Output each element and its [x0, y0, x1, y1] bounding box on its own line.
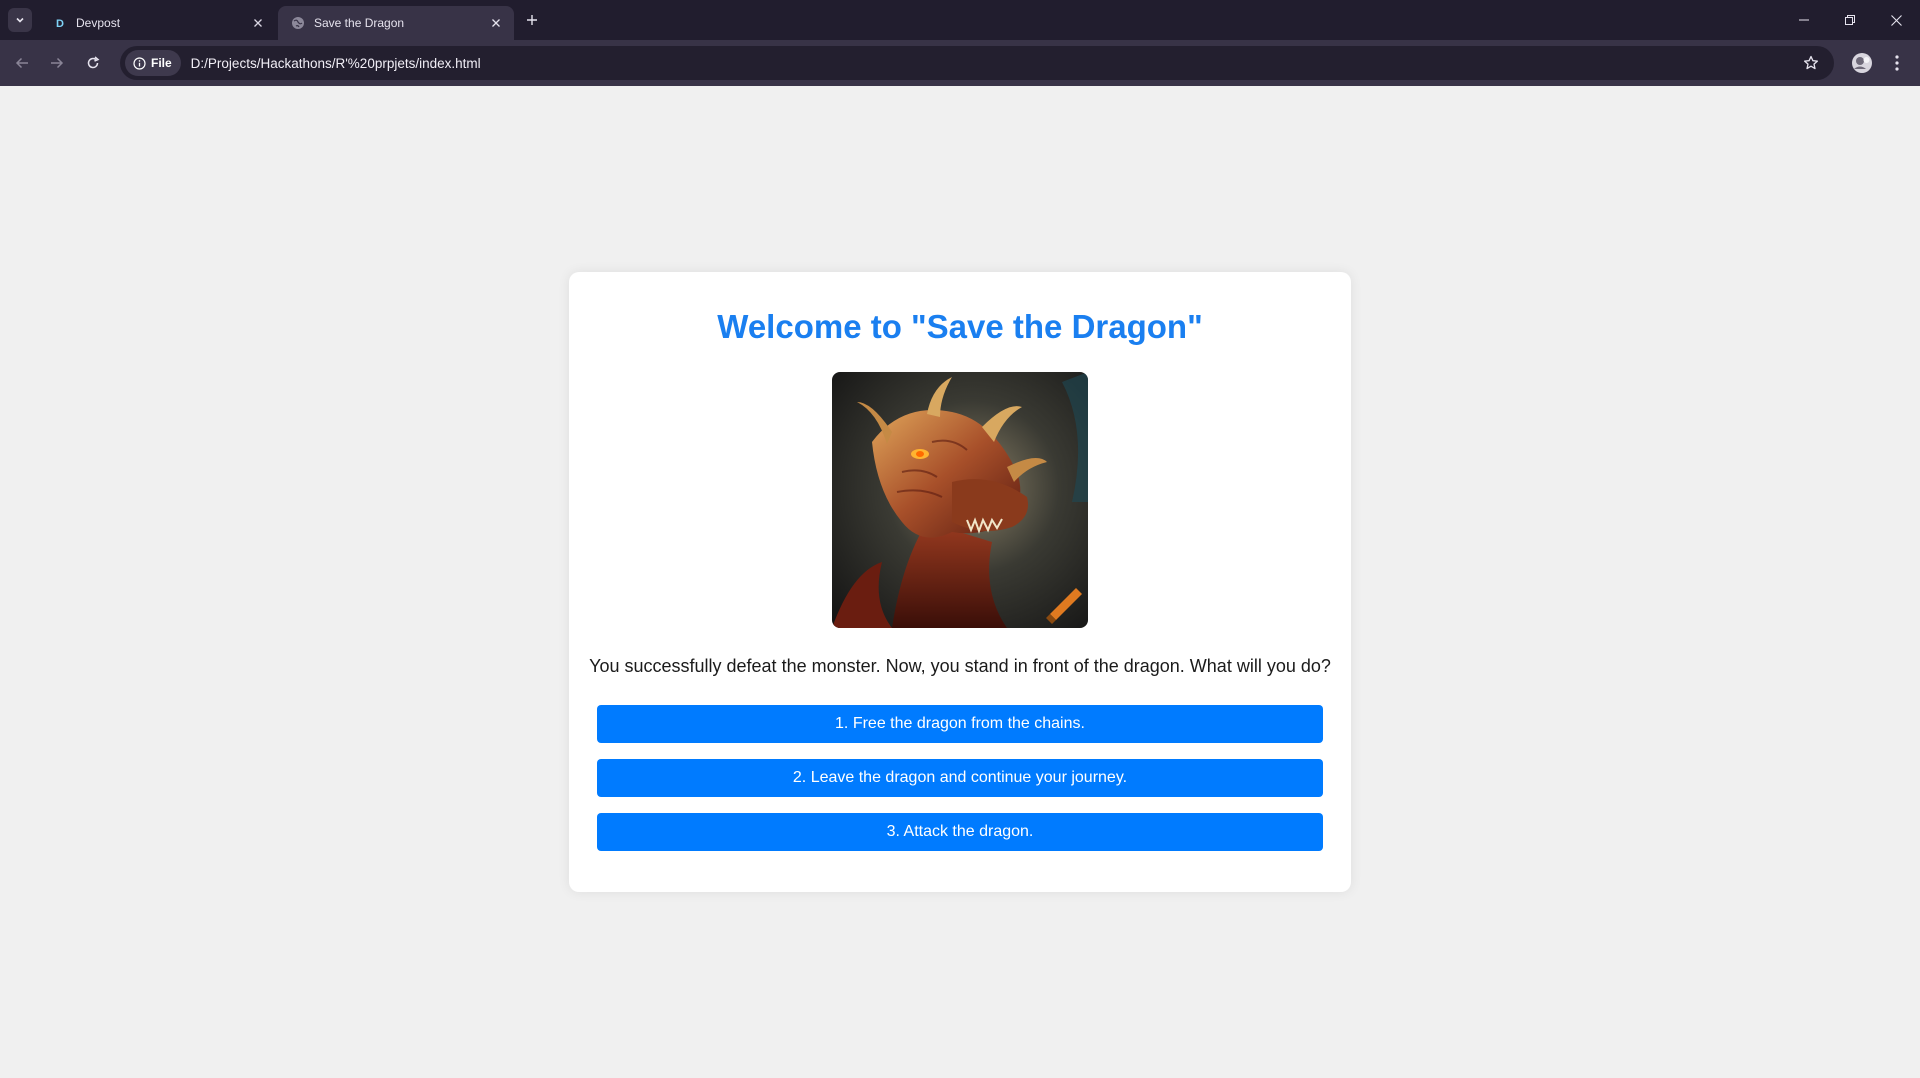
- avatar-icon: [1852, 53, 1872, 73]
- minimize-icon: [1799, 19, 1809, 21]
- tab-search-button[interactable]: [8, 8, 32, 32]
- game-card: Welcome to "Save the Dragon" You success…: [569, 272, 1351, 892]
- tab-devpost[interactable]: D Devpost: [40, 6, 276, 40]
- tab-save-the-dragon[interactable]: Save the Dragon: [278, 6, 514, 40]
- minimize-button[interactable]: [1781, 0, 1827, 40]
- svg-text:D: D: [56, 18, 64, 30]
- back-button[interactable]: [7, 48, 37, 78]
- close-window-button[interactable]: [1873, 0, 1919, 40]
- browser-toolbar: File D:/Projects/Hackathons/R'%20prpjets…: [0, 40, 1920, 86]
- tab-strip: D Devpost Save the Dragon: [0, 0, 1920, 40]
- plus-icon: [527, 15, 537, 25]
- tab-title: Save the Dragon: [314, 16, 405, 30]
- star-icon: [1803, 55, 1819, 70]
- close-icon[interactable]: [488, 15, 504, 31]
- chevron-down-icon: [16, 17, 24, 23]
- close-icon[interactable]: [250, 15, 266, 31]
- info-icon: [133, 56, 146, 70]
- close-icon: [1890, 14, 1902, 26]
- new-tab-button[interactable]: [520, 8, 544, 32]
- forward-button[interactable]: [42, 48, 72, 78]
- story-text: You successfully defeat the monster. Now…: [589, 656, 1331, 676]
- arrow-right-icon: [51, 57, 64, 69]
- address-bar[interactable]: File D:/Projects/Hackathons/R'%20prpjets…: [120, 46, 1834, 80]
- bookmark-button[interactable]: [1796, 48, 1826, 78]
- choice-attack-dragon-button[interactable]: 3. Attack the dragon.: [597, 813, 1323, 851]
- url-text[interactable]: D:/Projects/Hackathons/R'%20prpjets/inde…: [191, 56, 1796, 71]
- page-title: Welcome to "Save the Dragon": [717, 308, 1203, 345]
- dragon-image: [832, 372, 1088, 628]
- restore-button[interactable]: [1827, 0, 1873, 40]
- site-info-chip[interactable]: File: [125, 50, 181, 76]
- restore-icon: [1845, 15, 1855, 25]
- browser-menu-button[interactable]: [1884, 50, 1910, 76]
- globe-icon: [290, 15, 306, 31]
- site-chip-label: File: [151, 56, 172, 70]
- kebab-menu-icon: [1895, 55, 1899, 71]
- choice-free-dragon-button[interactable]: 1. Free the dragon from the chains.: [597, 705, 1323, 743]
- tab-title: Devpost: [76, 16, 121, 30]
- reload-icon: [87, 56, 100, 69]
- devpost-favicon-icon: D: [52, 15, 68, 31]
- choice-leave-dragon-button[interactable]: 2. Leave the dragon and continue your jo…: [597, 759, 1323, 797]
- page-viewport: Welcome to "Save the Dragon" You success…: [0, 86, 1920, 1078]
- reload-button[interactable]: [78, 48, 108, 78]
- profile-button[interactable]: [1849, 50, 1875, 76]
- arrow-left-icon: [15, 57, 28, 69]
